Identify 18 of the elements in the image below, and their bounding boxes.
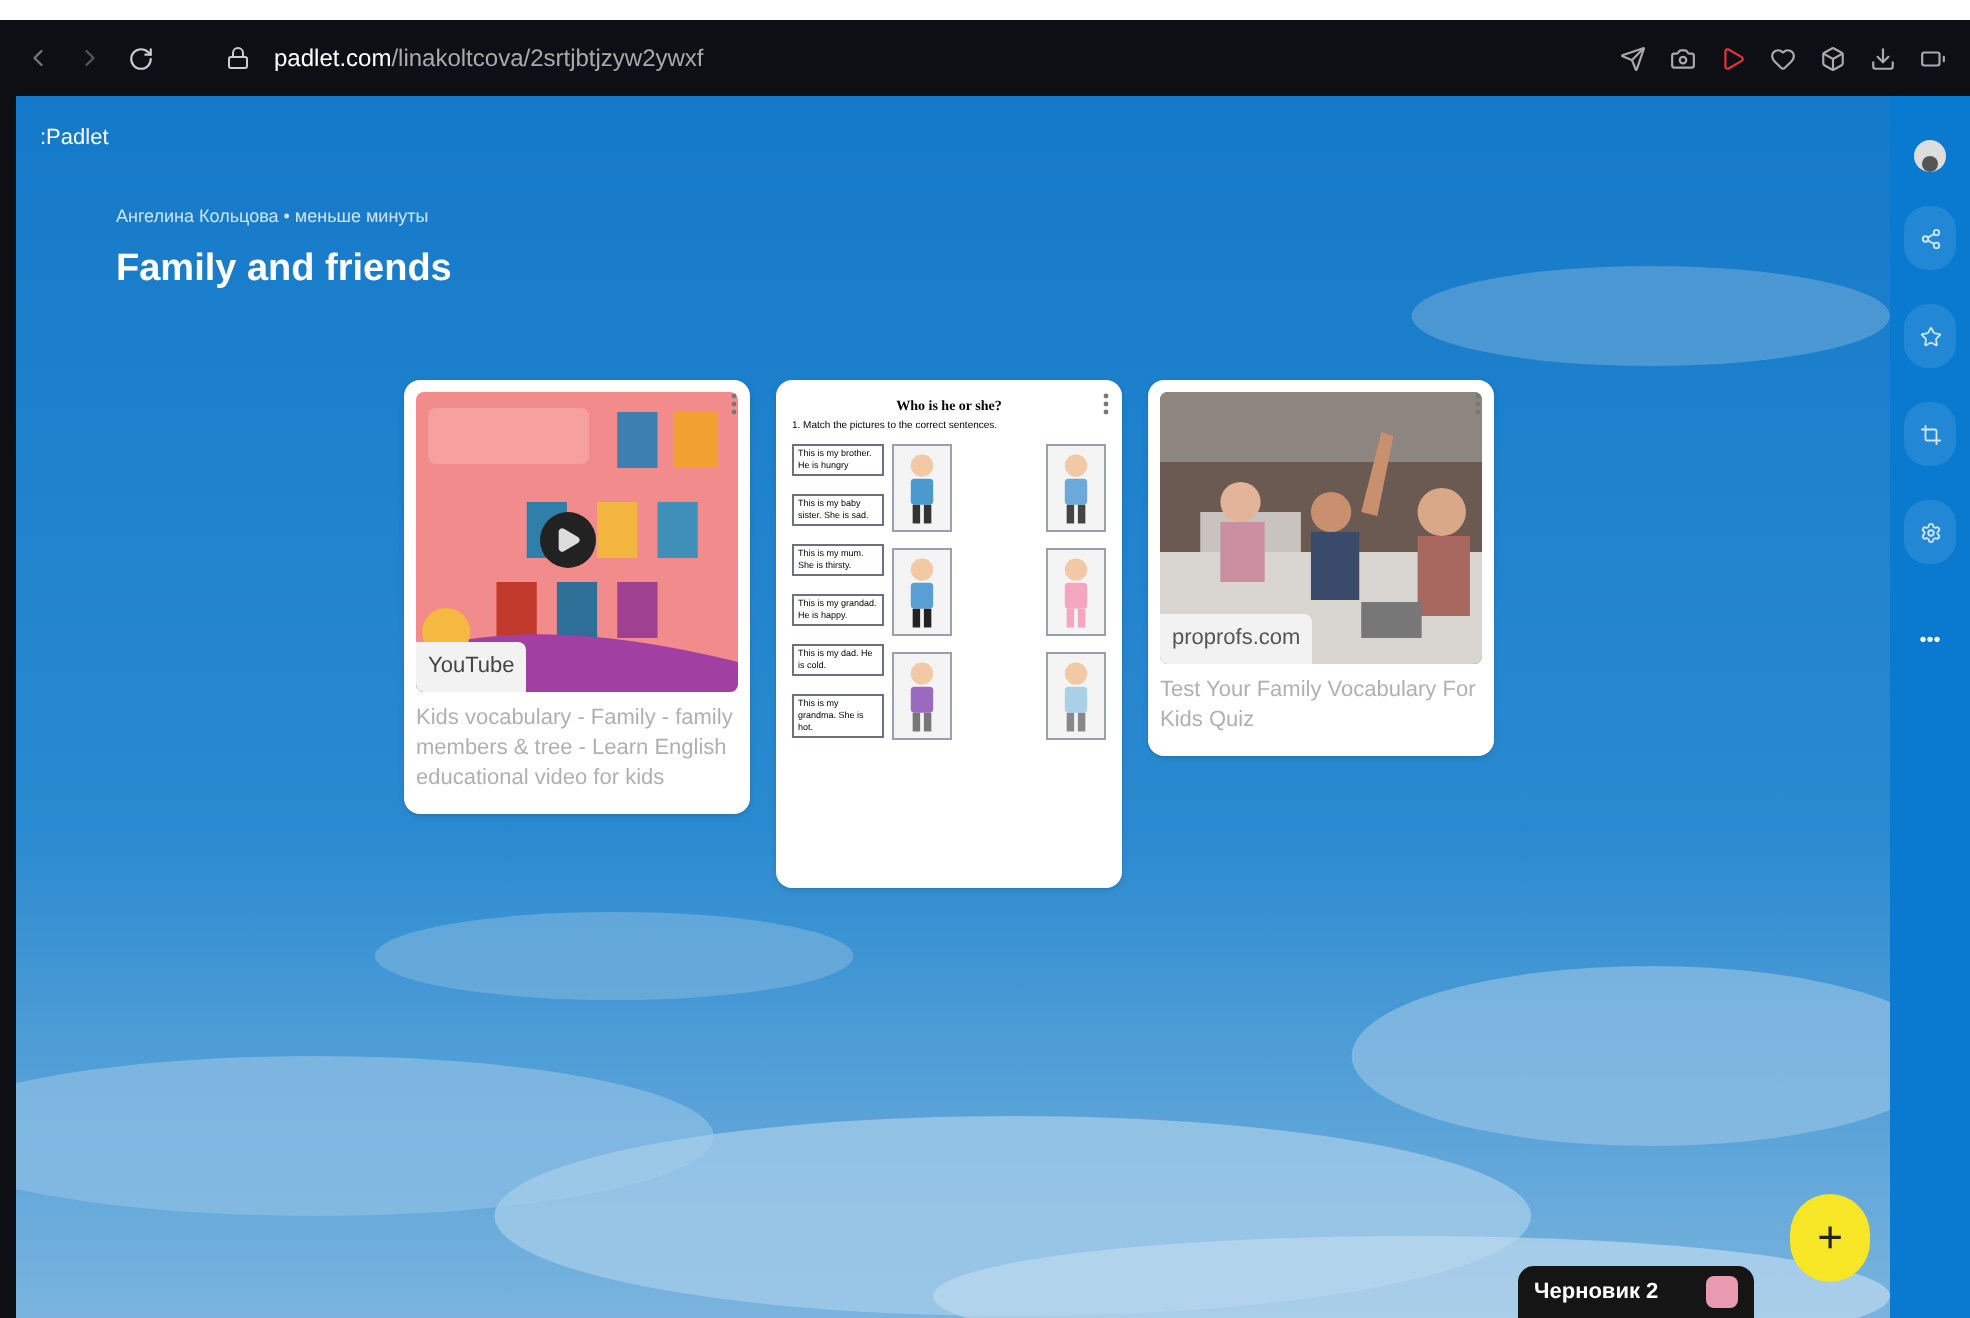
more-button[interactable]: •••	[1919, 626, 1941, 656]
address-bar[interactable]: padlet.com/linakoltcova/2srtjbtjzyw2ywxf	[274, 40, 704, 76]
crop-button[interactable]	[1904, 402, 1956, 466]
crop-icon	[1919, 423, 1941, 445]
battery-icon[interactable]	[1920, 45, 1946, 71]
heart-icon[interactable]	[1770, 45, 1796, 71]
avatar-icon[interactable]	[1914, 140, 1946, 172]
settings-icon	[1919, 521, 1941, 543]
box-icon[interactable]	[1820, 45, 1846, 71]
star-button[interactable]	[1904, 304, 1956, 368]
settings-button[interactable]	[1904, 500, 1956, 564]
star-icon	[1919, 325, 1941, 347]
share-button[interactable]	[1904, 206, 1956, 270]
lock-icon	[226, 46, 250, 70]
reload-icon[interactable]	[128, 45, 154, 71]
camera-icon[interactable]	[1670, 45, 1696, 71]
share-icon	[1919, 227, 1941, 249]
download-icon[interactable]	[1870, 45, 1896, 71]
